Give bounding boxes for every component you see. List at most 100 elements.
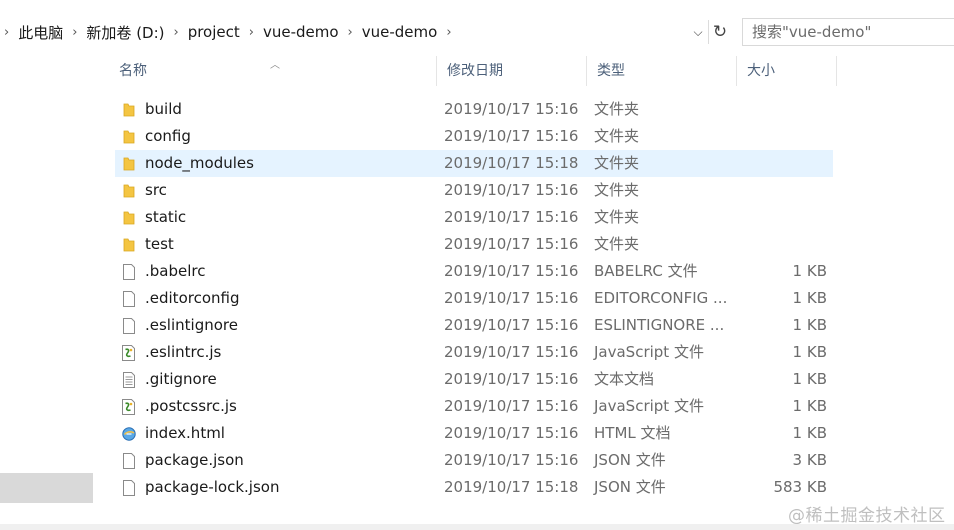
file-modified-date: 2019/10/17 15:18 [444,478,579,496]
breadcrumb-item-vue-demo[interactable]: vue-demo [258,23,344,41]
file-type: BABELRC 文件 [594,262,698,280]
file-modified-date: 2019/10/17 15:16 [444,262,579,280]
refresh-button[interactable]: ↻ [708,20,731,44]
address-history-dropdown[interactable]: ⌵ [688,22,708,42]
file-type: 文件夹 [594,100,640,118]
file-name: src [145,181,167,199]
file-list: build 2019/10/17 15:16 文件夹 config 2019/10/17… [115,96,833,501]
breadcrumb-item-project[interactable]: project [183,23,245,41]
file-row[interactable]: package.json 2019/10/17 15:16 JSON 文件 3 KB [115,447,833,474]
address-bar[interactable]: › 此电脑 › 新加卷 (D:) › project › vue-demo › … [0,16,954,48]
status-strip [0,524,954,530]
file-modified-date: 2019/10/17 15:16 [444,451,579,469]
file-icon [121,312,137,339]
js-file-icon [121,393,137,420]
chevron-right-icon[interactable]: › [68,25,81,40]
text-file-icon [121,366,137,393]
folder-icon [121,123,137,150]
title-strip [0,0,954,6]
file-row[interactable]: .postcssrc.js 2019/10/17 15:16 JavaScript … [115,393,833,420]
file-modified-date: 2019/10/17 15:16 [444,208,579,226]
file-name: static [145,208,187,226]
file-row[interactable]: .editorconfig 2019/10/17 15:16 EDITORCONFI… [115,285,833,312]
file-type: 文件夹 [594,235,640,253]
file-row[interactable]: node_modules 2019/10/17 15:18 文件夹 [115,150,833,177]
file-modified-date: 2019/10/17 15:18 [444,154,579,172]
file-size: 3 KB [792,451,827,469]
file-modified-date: 2019/10/17 15:16 [444,316,579,334]
file-type: 文件夹 [594,154,640,172]
column-header-size[interactable]: 大小 [737,56,837,86]
sort-ascending-icon: ︿ [270,60,280,71]
file-icon [121,285,137,312]
folder-icon [121,177,137,204]
file-size: 1 KB [792,397,827,415]
file-size: 1 KB [792,316,827,334]
file-modified-date: 2019/10/17 15:16 [444,181,579,199]
file-modified-date: 2019/10/17 15:16 [444,370,579,388]
file-row[interactable]: package-lock.json 2019/10/17 15:18 JSON 文件… [115,474,833,501]
file-icon [121,447,137,474]
file-row[interactable]: test 2019/10/17 15:16 文件夹 [115,231,833,258]
file-name: .eslintrc.js [145,343,222,361]
chevron-right-icon[interactable]: › [344,25,357,40]
file-icon [121,258,137,285]
column-header-type[interactable]: 类型 [587,56,737,86]
file-row[interactable]: .eslintignore 2019/10/17 15:16 ESLINTIGNOR… [115,312,833,339]
file-modified-date: 2019/10/17 15:16 [444,424,579,442]
watermark: @稀土掘金技术社区 [788,506,946,526]
file-type: JavaScript 文件 [594,397,704,415]
breadcrumb: › 此电脑 › 新加卷 (D:) › project › vue-demo › … [0,16,456,48]
file-type: 文件夹 [594,181,640,199]
file-size: 1 KB [792,262,827,280]
folder-icon [121,231,137,258]
file-row[interactable]: index.html 2019/10/17 15:16 HTML 文档 1 KB [115,420,833,447]
file-modified-date: 2019/10/17 15:16 [444,100,579,118]
chevron-right-icon[interactable]: › [0,25,13,40]
file-row[interactable]: static 2019/10/17 15:16 文件夹 [115,204,833,231]
file-size: 1 KB [792,289,827,307]
chevron-right-icon[interactable]: › [170,25,183,40]
search-input[interactable]: 搜索"vue-demo" [742,18,954,46]
chevron-right-icon[interactable]: › [442,25,455,40]
file-type: JavaScript 文件 [594,343,704,361]
breadcrumb-item-this-pc[interactable]: 此电脑 [13,22,68,43]
chevron-right-icon[interactable]: › [245,25,258,40]
navigation-pane[interactable] [0,48,95,503]
file-size: 1 KB [792,343,827,361]
file-row[interactable]: build 2019/10/17 15:16 文件夹 [115,96,833,123]
file-size: 1 KB [792,370,827,388]
file-type: 文件夹 [594,208,640,226]
file-type: 文本文档 [594,370,655,388]
file-icon [121,474,137,501]
file-modified-date: 2019/10/17 15:16 [444,127,579,145]
file-name: .eslintignore [145,316,238,334]
breadcrumb-item-drive[interactable]: 新加卷 (D:) [81,22,169,43]
file-modified-date: 2019/10/17 15:16 [444,289,579,307]
html-file-icon [121,420,137,447]
file-name: index.html [145,424,225,442]
file-name: config [145,127,191,145]
column-header-row: 名称 修改日期 类型 大小 [95,56,837,86]
file-name: .babelrc [145,262,206,280]
file-row[interactable]: .gitignore 2019/10/17 15:16 文本文档 1 KB [115,366,833,393]
file-name: package.json [145,451,244,469]
file-name: build [145,100,182,118]
file-type: ESLINTIGNORE ... [594,316,725,334]
file-size: 583 KB [773,478,827,496]
folder-icon [121,150,137,177]
column-header-date[interactable]: 修改日期 [437,56,587,86]
folder-icon [121,96,137,123]
breadcrumb-item-vue-demo-current[interactable]: vue-demo [357,23,443,41]
navigation-pane-selected-item[interactable] [0,473,93,503]
file-name: package-lock.json [145,478,280,496]
folder-icon [121,204,137,231]
file-name: .postcssrc.js [145,397,237,415]
file-type: JSON 文件 [594,451,666,469]
file-row[interactable]: config 2019/10/17 15:16 文件夹 [115,123,833,150]
file-row[interactable]: .babelrc 2019/10/17 15:16 BABELRC 文件 1 KB [115,258,833,285]
file-type: 文件夹 [594,127,640,145]
file-name: .editorconfig [145,289,240,307]
file-row[interactable]: .eslintrc.js 2019/10/17 15:16 JavaScript 文… [115,339,833,366]
file-row[interactable]: src 2019/10/17 15:16 文件夹 [115,177,833,204]
